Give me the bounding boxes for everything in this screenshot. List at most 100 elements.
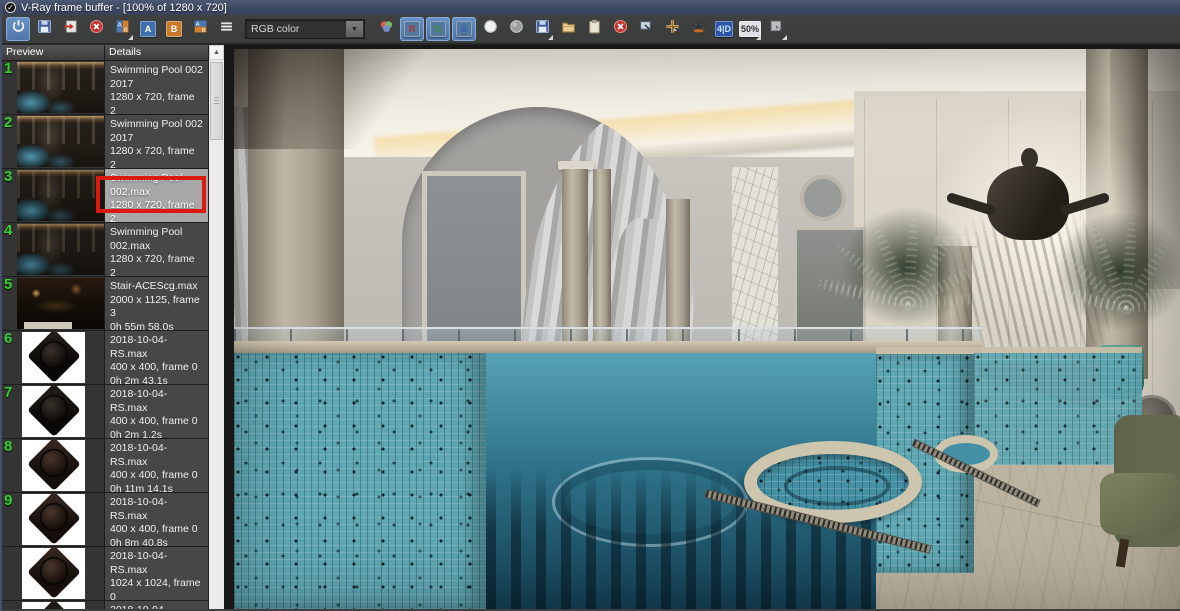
history-row[interactable]: 6 2018-10-04-RS.max 400 x 400, frame 0 0…: [2, 331, 208, 385]
history-details-cell[interactable]: Stair-ACEScg.max 2000 x 1125, frame 3 0h…: [105, 277, 208, 330]
history-row[interactable]: 2018-10-04-RS.max 1024 x 1024, frame 0 0…: [2, 547, 208, 601]
mono-channel-button[interactable]: [478, 17, 502, 41]
open-folder-button[interactable]: [556, 17, 580, 41]
copy-clipboard-button[interactable]: [582, 17, 606, 41]
history-details-cell[interactable]: 2018-10-04-RS.max 400 x 400, frame 0 0h …: [105, 385, 208, 438]
history-thumbnail: [22, 386, 85, 437]
history-title: 2018-10-04-RS.max: [110, 388, 168, 414]
history-header: Preview Details: [2, 45, 208, 61]
history-thumbnail-cell[interactable]: 2: [2, 115, 105, 168]
teapot-icon: [691, 19, 706, 39]
history-title: 2018-10-04-RS.max: [110, 442, 168, 468]
compare-4d-button-label: 4|D: [714, 21, 734, 37]
history-details-cell[interactable]: 2018-10-04-RS.max 1024 x 1024, frame 0 0…: [105, 547, 208, 600]
cw-icon: [483, 19, 498, 39]
history-row[interactable]: 9 2018-10-04-RS.max 400 x 400, frame 0 0…: [2, 493, 208, 547]
history-row[interactable]: 1 Swimming Pool 002 2017 1280 x 720, fra…: [2, 61, 208, 115]
render-canvas[interactable]: [234, 49, 1180, 609]
history-thumbnail-cell[interactable]: 9: [2, 493, 105, 546]
history-details-cell[interactable]: 2018-10-04-RS.max: [105, 601, 208, 609]
history-thumbnail: [22, 602, 85, 609]
history-resolution: 1280 x 720, frame 2: [110, 253, 195, 276]
history-list: Preview Details 1 Swimming Pool 002 2017…: [2, 45, 209, 609]
history-render-time: 0h 8m 40,8s: [110, 536, 168, 546]
history-thumbnail-cell[interactable]: [2, 547, 105, 600]
history-row-number: 5: [4, 277, 13, 293]
clear-buffer-button[interactable]: [608, 17, 632, 41]
blue-channel-button[interactable]: B: [452, 17, 476, 41]
history-details-cell[interactable]: Swimming Pool 002 2017 1280 x 720, frame…: [105, 115, 208, 168]
track-mouse-button[interactable]: [660, 17, 684, 41]
history-row[interactable]: 8 2018-10-04-RS.max 400 x 400, frame 0 0…: [2, 439, 208, 493]
duplicate-to-host-button[interactable]: [634, 17, 658, 41]
history-resolution: 1280 x 720, frame 2: [110, 145, 195, 168]
history-thumbnail-cell[interactable]: 7: [2, 385, 105, 438]
history-thumbnail-cell[interactable]: 6: [2, 331, 105, 384]
svg-text:B: B: [201, 28, 205, 34]
toolbar: ABABAB RGB color ▼ R G B 4|D 50%: [2, 15, 1180, 45]
clip-icon: [587, 19, 602, 39]
save-dropdown-button[interactable]: [530, 17, 554, 41]
history-thumbnail-cell[interactable]: 5: [2, 277, 105, 330]
load-image-button[interactable]: [58, 17, 82, 41]
ab-compare-vertical-button[interactable]: AB: [110, 17, 134, 41]
statue-head: [1021, 148, 1038, 169]
history-details-cell[interactable]: Swimming Pool 002.max 1280 x 720, frame …: [105, 169, 208, 222]
history-thumbnail-cell[interactable]: 8: [2, 439, 105, 492]
history-row[interactable]: 2018-10-04-RS.max: [2, 601, 208, 609]
history-details-cell[interactable]: Swimming Pool 002 2017 1280 x 720, frame…: [105, 61, 208, 114]
history-render-time: 0h 11m 14,1s: [110, 482, 173, 492]
history-scrollbar[interactable]: ▲: [209, 45, 224, 609]
history-details-cell[interactable]: 2018-10-04-RS.max 400 x 400, frame 0 0h …: [105, 439, 208, 492]
column-header-details[interactable]: Details: [105, 45, 208, 60]
toolbar-right-group: R G B 4|D 50%: [373, 17, 789, 41]
history-thumbnail: [17, 116, 104, 167]
history-row-number: 6: [4, 331, 13, 347]
scroll-up-icon[interactable]: ▲: [209, 45, 224, 60]
vray-frame-buffer-window: ✓ V-Ray frame buffer - [100% of 1280 x 7…: [0, 0, 1180, 611]
statue-torso: [987, 166, 1069, 240]
history-thumbnail-cell[interactable]: 3: [2, 169, 105, 222]
compare-4d-button[interactable]: 4|D: [712, 17, 736, 41]
scrollbar-thumb[interactable]: [210, 62, 223, 140]
menu-button[interactable]: [214, 17, 238, 41]
history-rows: 1 Swimming Pool 002 2017 1280 x 720, fra…: [2, 61, 208, 609]
history-details-cell[interactable]: 2018-10-04-RS.max 400 x 400, frame 0 0h …: [105, 493, 208, 546]
title-bar[interactable]: ✓ V-Ray frame buffer - [100% of 1280 x 7…: [2, 0, 1180, 15]
history-details-cell[interactable]: 2018-10-04-RS.max 400 x 400, frame 0 0h …: [105, 331, 208, 384]
set-image-b-button[interactable]: B: [162, 17, 186, 41]
history-row[interactable]: 4 Swimming Pool 002.max 1280 x 720, fram…: [2, 223, 208, 277]
vfb-power-button[interactable]: [6, 17, 30, 41]
history-row[interactable]: 5 Stair-ACEScg.max 2000 x 1125, frame 3 …: [2, 277, 208, 331]
history-details-cell[interactable]: Swimming Pool 002.max 1280 x 720, frame …: [105, 223, 208, 276]
history-thumbnail-cell[interactable]: 1: [2, 61, 105, 114]
history-thumbnail-cell[interactable]: [2, 601, 105, 609]
clear-image-button[interactable]: [84, 17, 108, 41]
history-resolution: 400 x 400, frame 0: [110, 361, 198, 374]
channel-select[interactable]: RGB color ▼: [245, 19, 365, 39]
history-thumbnail: [17, 170, 104, 221]
green-channel-button[interactable]: G: [426, 17, 450, 41]
wall-medallion: [800, 175, 846, 221]
color-channels-button[interactable]: [374, 17, 398, 41]
history-row[interactable]: 7 2018-10-04-RS.max 400 x 400, frame 0 0…: [2, 385, 208, 439]
chevron-down-icon[interactable]: ▼: [346, 21, 363, 37]
render-last-button[interactable]: [686, 17, 710, 41]
set-image-a-button[interactable]: A: [136, 17, 160, 41]
column-header-preview[interactable]: Preview: [2, 45, 105, 60]
mosaic-pillar-left: [234, 353, 486, 609]
alpha-channel-button[interactable]: [504, 17, 528, 41]
blue-channel-button-label: B: [456, 21, 472, 37]
save-image-button[interactable]: [32, 17, 56, 41]
ab-compare-horizontal-button[interactable]: AB: [188, 17, 212, 41]
zoom-level-button[interactable]: 50%: [738, 17, 762, 41]
history-row[interactable]: 3 Swimming Pool 002.max 1280 x 720, fram…: [2, 169, 208, 223]
folder-icon: [561, 19, 576, 39]
history-thumbnail-cell[interactable]: 4: [2, 223, 105, 276]
red-channel-button[interactable]: R: [400, 17, 424, 41]
region-render-button[interactable]: [764, 17, 788, 41]
history-title: 2018-10-04-RS.max: [110, 550, 168, 576]
render-viewport: [224, 45, 1180, 609]
menu-icon: [219, 19, 234, 39]
history-row[interactable]: 2 Swimming Pool 002 2017 1280 x 720, fra…: [2, 115, 208, 169]
